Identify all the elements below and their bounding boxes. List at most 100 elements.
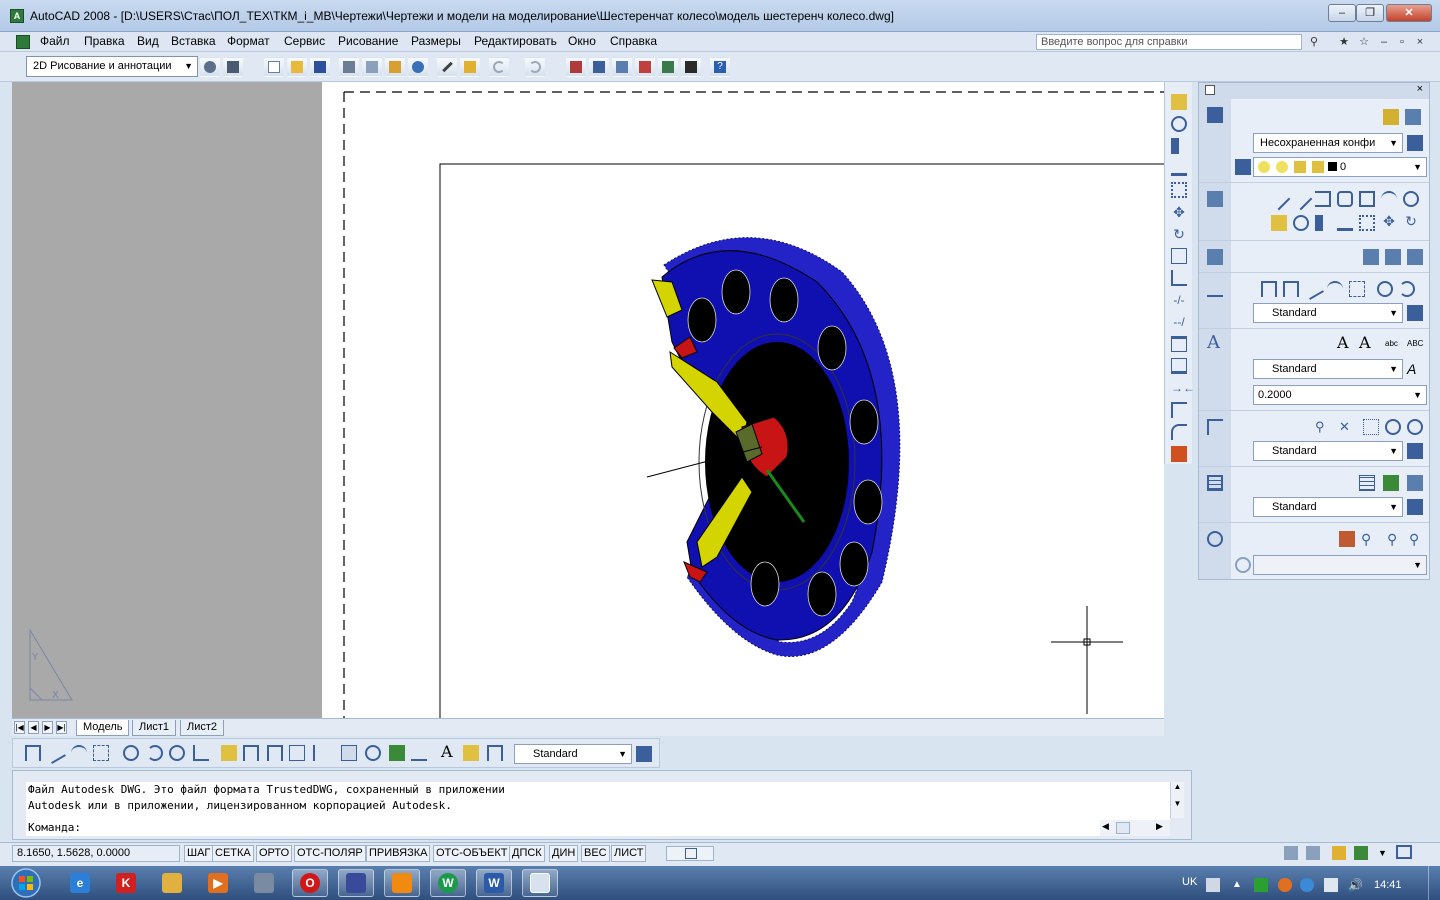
menu-window[interactable]: Окно <box>568 34 596 48</box>
move-icon[interactable]: ✥ <box>1171 204 1187 220</box>
inspection-icon[interactable] <box>389 745 405 761</box>
named-views-select[interactable]: ▼ <box>1253 555 1427 575</box>
aligned-dim-icon[interactable] <box>1302 278 1324 300</box>
copy-icon[interactable] <box>1293 215 1309 231</box>
text-icon[interactable]: A <box>1207 334 1223 352</box>
copy-icon[interactable] <box>1171 116 1187 132</box>
layout-navigation-control[interactable] <box>666 846 714 861</box>
array-icon[interactable] <box>1359 215 1375 231</box>
find-text-icon[interactable]: abc <box>1385 337 1401 353</box>
paper-model-button[interactable]: ЛИСТ <box>611 845 647 862</box>
table-style-select[interactable]: Standard ▼ <box>1253 497 1403 517</box>
multiline-text-icon[interactable]: A <box>1337 335 1353 351</box>
scroll-left-icon[interactable]: ◀ <box>1102 821 1109 832</box>
leader-style-icon[interactable] <box>1407 419 1423 435</box>
multileader-style-select[interactable]: Standard ▼ <box>1253 441 1403 461</box>
help-search-input[interactable]: Введите вопрос для справки <box>1036 34 1302 50</box>
jogged-linear-icon[interactable] <box>411 745 427 761</box>
workspace-select[interactable]: 2D Рисование и аннотации ▼ <box>26 56 198 77</box>
pan-icon[interactable] <box>1339 531 1355 547</box>
trim-icon[interactable]: -/- <box>1171 292 1187 308</box>
save-button[interactable] <box>310 57 330 77</box>
ordinate-dim-icon[interactable] <box>1349 281 1365 297</box>
first-tab-button[interactable]: |◀ <box>14 721 25 734</box>
menu-format[interactable]: Формат <box>227 34 270 48</box>
dimension-edit-icon[interactable]: A <box>441 743 457 761</box>
dynamic-input-button[interactable]: ДИН <box>549 845 579 862</box>
zoom-window-icon[interactable]: ⚲ <box>1409 531 1425 547</box>
clean-screen-icon[interactable] <box>1396 845 1412 859</box>
taskbar-app-tools[interactable] <box>246 869 282 897</box>
menu-draw[interactable]: Рисование <box>338 34 398 48</box>
show-desktop-button[interactable] <box>1428 866 1440 900</box>
arc-length-dim-icon[interactable] <box>1327 281 1343 297</box>
construction-line-icon[interactable] <box>1289 187 1313 211</box>
extend-icon[interactable]: --/ <box>1171 314 1187 330</box>
ordinate-dim-icon[interactable] <box>93 745 109 761</box>
keyboard-language-indicator[interactable]: UK <box>1182 876 1197 888</box>
tab-model[interactable]: Модель <box>76 720 130 736</box>
new-file-button[interactable] <box>264 57 284 77</box>
snap-mode-button[interactable]: ШАГ <box>184 845 214 862</box>
menu-edit[interactable]: Правка <box>84 34 125 48</box>
favorites-icon[interactable]: ☆ <box>1356 34 1372 50</box>
tray-app-green-icon[interactable] <box>1254 878 1268 892</box>
layer-state-select[interactable]: Несохраненная конфи ▼ <box>1253 133 1403 153</box>
command-horizontal-scrollbar[interactable]: ◀ ▶ <box>1100 820 1170 836</box>
explode-icon[interactable] <box>1171 446 1187 462</box>
tool-palettes-button[interactable] <box>635 57 655 77</box>
last-tab-button[interactable]: ▶| <box>56 721 67 734</box>
offset-icon[interactable] <box>1337 215 1353 231</box>
make-current-layer-icon[interactable] <box>1235 159 1251 175</box>
start-button[interactable] <box>6 866 46 900</box>
baseline-dim-icon[interactable] <box>243 745 259 761</box>
text-style-select[interactable]: Standard ▼ <box>1253 359 1403 379</box>
scroll-thumb[interactable] <box>1116 822 1130 834</box>
volume-icon[interactable]: 🔊 <box>1348 878 1363 892</box>
menu-modify[interactable]: Редактировать <box>474 34 557 48</box>
dimension-style-select[interactable]: Standard ▼ <box>1253 303 1403 323</box>
data-link-icon[interactable] <box>1383 475 1399 491</box>
navigation-icon[interactable] <box>1207 531 1223 547</box>
doc-close-button[interactable]: × <box>1412 34 1428 50</box>
command-vertical-scrollbar[interactable]: ▲ ▼ <box>1170 782 1184 818</box>
angular-dim-icon[interactable] <box>193 745 209 761</box>
center-mark-icon[interactable] <box>365 745 381 761</box>
tab-layout1[interactable]: Лист1 <box>132 720 177 736</box>
erase-icon[interactable] <box>1171 94 1187 110</box>
quick-dim-icon[interactable] <box>221 745 237 761</box>
doc-minimize-button[interactable]: – <box>1376 34 1392 50</box>
taskbar-explorer[interactable] <box>154 869 190 897</box>
taskbar-word[interactable]: W <box>476 869 512 897</box>
chamfer-icon[interactable] <box>1171 402 1187 418</box>
offset-icon[interactable] <box>1171 160 1187 176</box>
scale-icon[interactable] <box>1171 248 1187 264</box>
named-views-icon[interactable] <box>1235 557 1251 573</box>
table-icon[interactable] <box>1207 475 1223 491</box>
viewport-icon[interactable] <box>685 848 697 859</box>
layer-properties-icon[interactable] <box>1383 109 1399 125</box>
2d-draw-icon[interactable] <box>1207 191 1223 207</box>
taskbar-app-orange[interactable] <box>384 869 420 897</box>
properties-button[interactable] <box>589 57 609 77</box>
move-icon[interactable]: ✥ <box>1381 213 1397 229</box>
create-block-icon[interactable] <box>1385 249 1401 265</box>
polygon-icon[interactable] <box>1337 191 1353 207</box>
erase-icon[interactable] <box>1271 215 1287 231</box>
redo-button[interactable] <box>525 57 545 77</box>
network-icon[interactable] <box>1324 878 1338 892</box>
remove-leader-icon[interactable]: ✕ <box>1339 419 1355 435</box>
multileader-style-manager-icon[interactable] <box>1407 443 1423 459</box>
menu-file[interactable]: Файл <box>40 34 70 48</box>
document-icon[interactable] <box>16 35 30 49</box>
3d-dwf-button[interactable] <box>408 57 428 77</box>
tray-app-orange-icon[interactable] <box>1278 878 1292 892</box>
taskbar-media-player[interactable]: ▶ <box>200 869 236 897</box>
single-line-text-icon[interactable]: A <box>1359 335 1375 351</box>
scroll-right-icon[interactable]: ▶ <box>1156 821 1163 832</box>
mirror-icon[interactable] <box>1171 138 1187 154</box>
block-icon[interactable] <box>1207 249 1223 265</box>
help-button[interactable]: ? <box>710 57 730 77</box>
drawing-canvas[interactable] <box>322 82 1164 718</box>
taskbar-app-red[interactable]: K <box>108 869 144 897</box>
